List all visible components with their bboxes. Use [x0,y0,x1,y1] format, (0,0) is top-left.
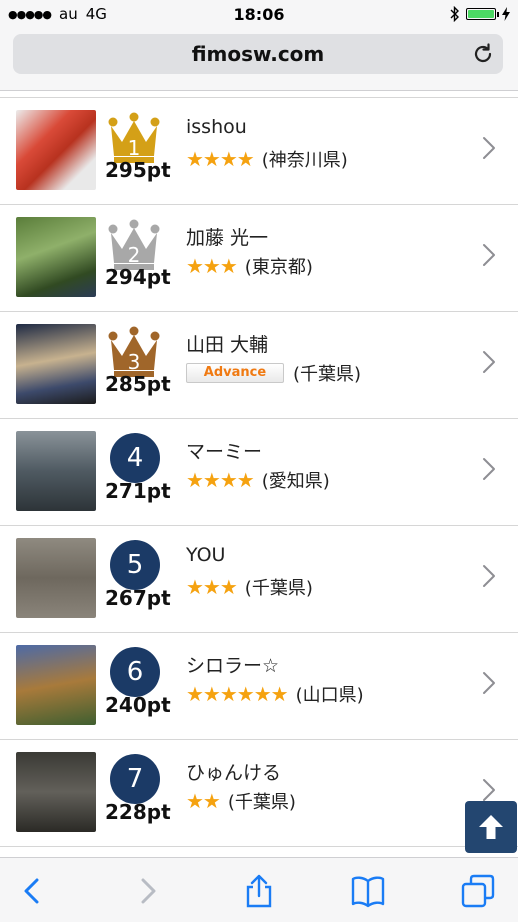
ranking-row[interactable]: 5 267pt YOU ★★★ (千葉県) [0,526,518,633]
rank-number: 3 [128,350,141,374]
bookmarks-icon[interactable] [351,874,385,908]
ranking-row[interactable]: 1 295pt isshou ★★★★ (神奈川県) [0,98,518,205]
star-rating: ★★★★★★ [186,682,289,706]
angler-meta: ★★★ (千葉県) [186,574,313,600]
charging-icon [502,7,510,21]
angler-name: シロラー☆ [186,655,280,677]
back-icon[interactable] [16,874,50,908]
angler-photo [16,752,96,832]
angler-name: ひゅんける [186,762,282,784]
share-icon[interactable] [242,874,276,908]
status-bar: ●●●●● au 4G 18:06 [0,0,518,28]
star-rating: ★★★★ [186,468,255,492]
scroll-to-top-button[interactable] [465,801,517,853]
chevron-right-icon [483,779,495,801]
angler-meta: ★★★ (東京都) [186,253,313,279]
browser-address-bar: fimosw.com [0,28,518,91]
rank-crown-icon: 1 [108,112,160,163]
points-value: 271pt [105,479,171,503]
prefecture: (愛知県) [261,471,330,492]
prefecture: (千葉県) [244,578,313,599]
rank-crown-icon: 2 [108,219,160,270]
angler-photo [16,110,96,190]
rank-number-badge: 4 [110,433,160,483]
ranking-list: 1 295pt isshou ★★★★ (神奈川県) 2 294pt 加藤 光一 ★★★ (東京都… [0,97,518,847]
points-value: 295pt [105,158,171,182]
rank-number: 1 [128,136,141,160]
browser-toolbar [0,857,518,922]
star-rating: ★★★ [186,254,238,278]
rank-number: 2 [128,243,141,267]
points-value: 294pt [105,265,171,289]
rank-crown-icon: 3 [108,326,160,377]
chevron-right-icon [483,458,495,480]
points-value: 240pt [105,693,171,717]
angler-photo [16,538,96,618]
battery-icon [466,8,499,20]
angler-name: 加藤 光一 [186,227,269,249]
clock: 18:06 [233,5,285,24]
angler-name: マーミー [186,441,263,463]
angler-meta: ★★★★★★ (山口県) [186,681,364,707]
reload-icon[interactable] [471,42,495,66]
prefecture: (東京都) [244,257,313,278]
star-rating: ★★ [186,789,221,813]
tabs-icon[interactable] [461,874,495,908]
rank-number-badge: 6 [110,647,160,697]
prefecture: (千葉県) [293,364,362,385]
rank-number-badge: 7 [110,754,160,804]
chevron-right-icon [483,565,495,587]
angler-meta: ★★★★ (神奈川県) [186,146,348,172]
angler-meta: ★★ (千葉県) [186,788,296,814]
ranking-row[interactable]: 6 240pt シロラー☆ ★★★★★★ (山口県) [0,633,518,740]
bluetooth-icon [450,6,459,22]
angler-meta: ★★★★ (愛知県) [186,467,330,493]
url-text: fimosw.com [191,42,325,66]
prefecture: (神奈川県) [261,150,348,171]
angler-photo [16,431,96,511]
points-value: 228pt [105,800,171,824]
prefecture: (山口県) [295,685,364,706]
arrow-up-icon [479,815,503,839]
chevron-right-icon [483,351,495,373]
ranking-row[interactable]: 3 285pt 山田 大輔 Advance (千葉県) [0,312,518,419]
forward-icon[interactable] [130,874,164,908]
angler-photo [16,217,96,297]
chevron-right-icon [483,244,495,266]
angler-name: 山田 大輔 [186,334,269,356]
angler-photo [16,645,96,725]
url-field[interactable]: fimosw.com [13,34,503,74]
angler-meta: Advance (千葉県) [186,360,361,386]
star-rating: ★★★★ [186,147,255,171]
angler-name: YOU [186,544,226,566]
chevron-right-icon [483,672,495,694]
angler-photo [16,324,96,404]
star-rating: ★★★ [186,575,238,599]
prefecture: (千葉県) [227,792,296,813]
chevron-right-icon [483,137,495,159]
ranking-row[interactable]: 7 228pt ひゅんける ★★ (千葉県) [0,740,518,847]
angler-name: isshou [186,116,247,138]
points-value: 267pt [105,586,171,610]
level-badge: Advance [186,363,284,383]
ranking-row[interactable]: 2 294pt 加藤 光一 ★★★ (東京都) [0,205,518,312]
rank-number-badge: 5 [110,540,160,590]
ranking-row[interactable]: 4 271pt マーミー ★★★★ (愛知県) [0,419,518,526]
points-value: 285pt [105,372,171,396]
